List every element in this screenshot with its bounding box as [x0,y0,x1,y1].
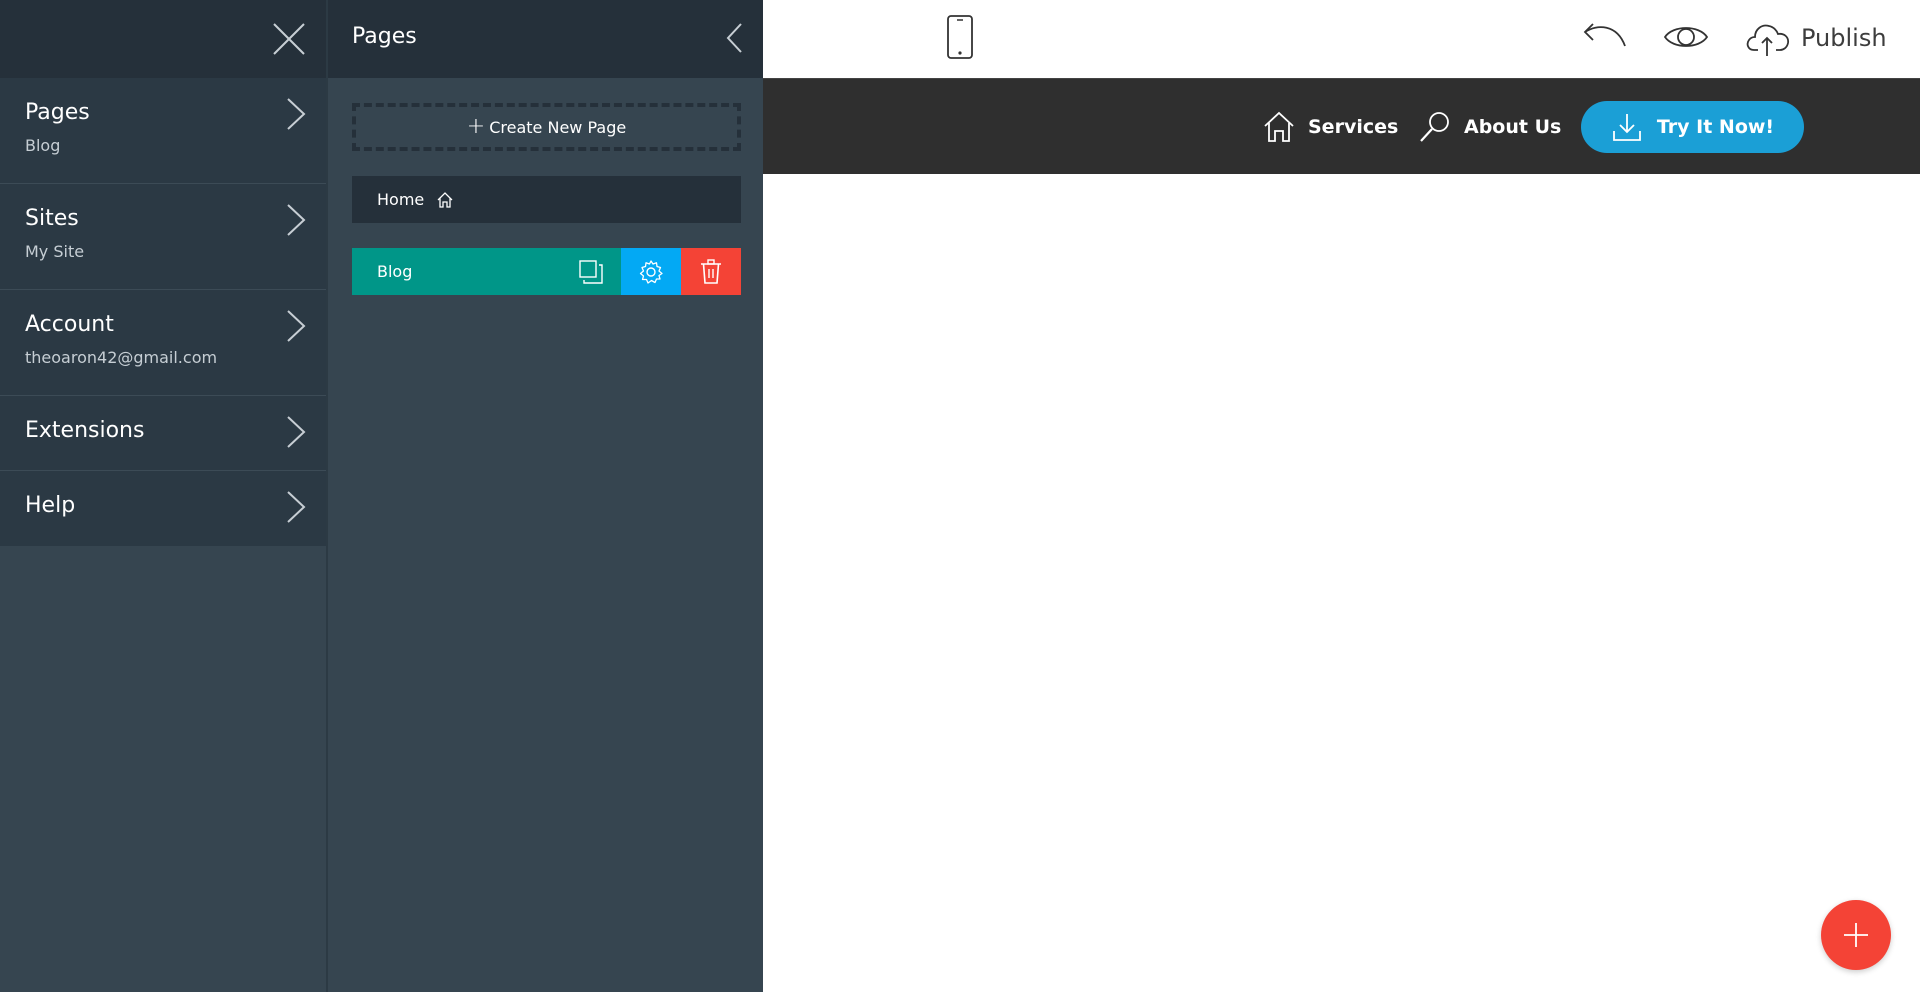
add-block-button[interactable] [1821,900,1891,970]
download-icon [1613,114,1641,141]
duplicate-icon [579,259,603,284]
menu-item-subtitle: theoaron42@gmail.com [25,348,218,367]
home-icon [1264,111,1294,142]
menu-item-sites[interactable]: Sites My Site [0,184,326,290]
menu-item-title: Help [25,493,76,518]
menu-item-account[interactable]: Account theoaron42@gmail.com [0,290,326,396]
menu-item-subtitle: My Site [25,242,85,261]
top-toolbar: Publish [763,0,1920,78]
chevron-right-icon [287,416,306,448]
pages-panel-header: Pages [328,0,763,78]
search-icon [1420,112,1449,142]
pages-panel: Pages + Create New Page Home Blog [326,0,763,992]
menu-item-title: Extensions [25,418,145,443]
page-name: Blog [377,262,413,281]
chevron-right-icon [287,310,306,342]
site-navbar: Services About Us Try It Now! [763,78,1920,174]
page-row-home[interactable]: Home [352,176,741,223]
main-menu: Pages Blog Sites My Site Account theoaro… [0,0,326,992]
create-new-page-button[interactable]: + Create New Page [352,103,741,151]
menu-item-title: Account [25,312,114,337]
menu-item-help[interactable]: Help [0,471,326,546]
try-it-now-label: Try It Now! [1656,116,1775,138]
close-icon[interactable] [268,18,310,60]
plus-icon [1844,923,1868,947]
plus-icon: + [466,114,486,139]
mobile-device-icon[interactable] [946,14,974,60]
chevron-right-icon [287,98,306,130]
menu-item-subtitle: Blog [25,136,61,155]
delete-page-button[interactable] [681,248,741,295]
nav-link-label: Services [1308,116,1399,138]
menu-item-extensions[interactable]: Extensions [0,396,326,471]
create-new-page-label: Create New Page [489,117,627,137]
page-settings-button[interactable] [621,248,681,295]
gear-icon [639,259,663,284]
pages-panel-title: Pages [352,24,417,49]
publish-label: Publish [1801,24,1887,52]
try-it-now-button[interactable]: Try It Now! [1581,101,1804,153]
publish-button[interactable]: Publish [1745,16,1887,60]
chevron-right-icon [287,204,306,236]
duplicate-page-button[interactable] [561,248,621,295]
page-row-blog[interactable]: Blog [352,248,741,295]
menu-item-pages[interactable]: Pages Blog [0,78,326,184]
nav-link-services[interactable]: Services [1262,109,1398,145]
trash-icon [701,258,721,284]
chevron-left-icon[interactable] [723,20,745,56]
cloud-upload-icon [1746,24,1790,56]
main-menu-header [0,0,326,78]
nav-link-about-us[interactable]: About Us [1418,109,1561,145]
undo-icon[interactable] [1581,20,1629,54]
menu-item-title: Sites [25,206,79,231]
home-icon [437,191,453,208]
preview-eye-icon[interactable] [1663,20,1709,54]
menu-item-title: Pages [25,100,90,125]
nav-link-label: About Us [1464,116,1562,138]
page-name: Home [377,190,425,209]
chevron-right-icon [287,491,306,523]
